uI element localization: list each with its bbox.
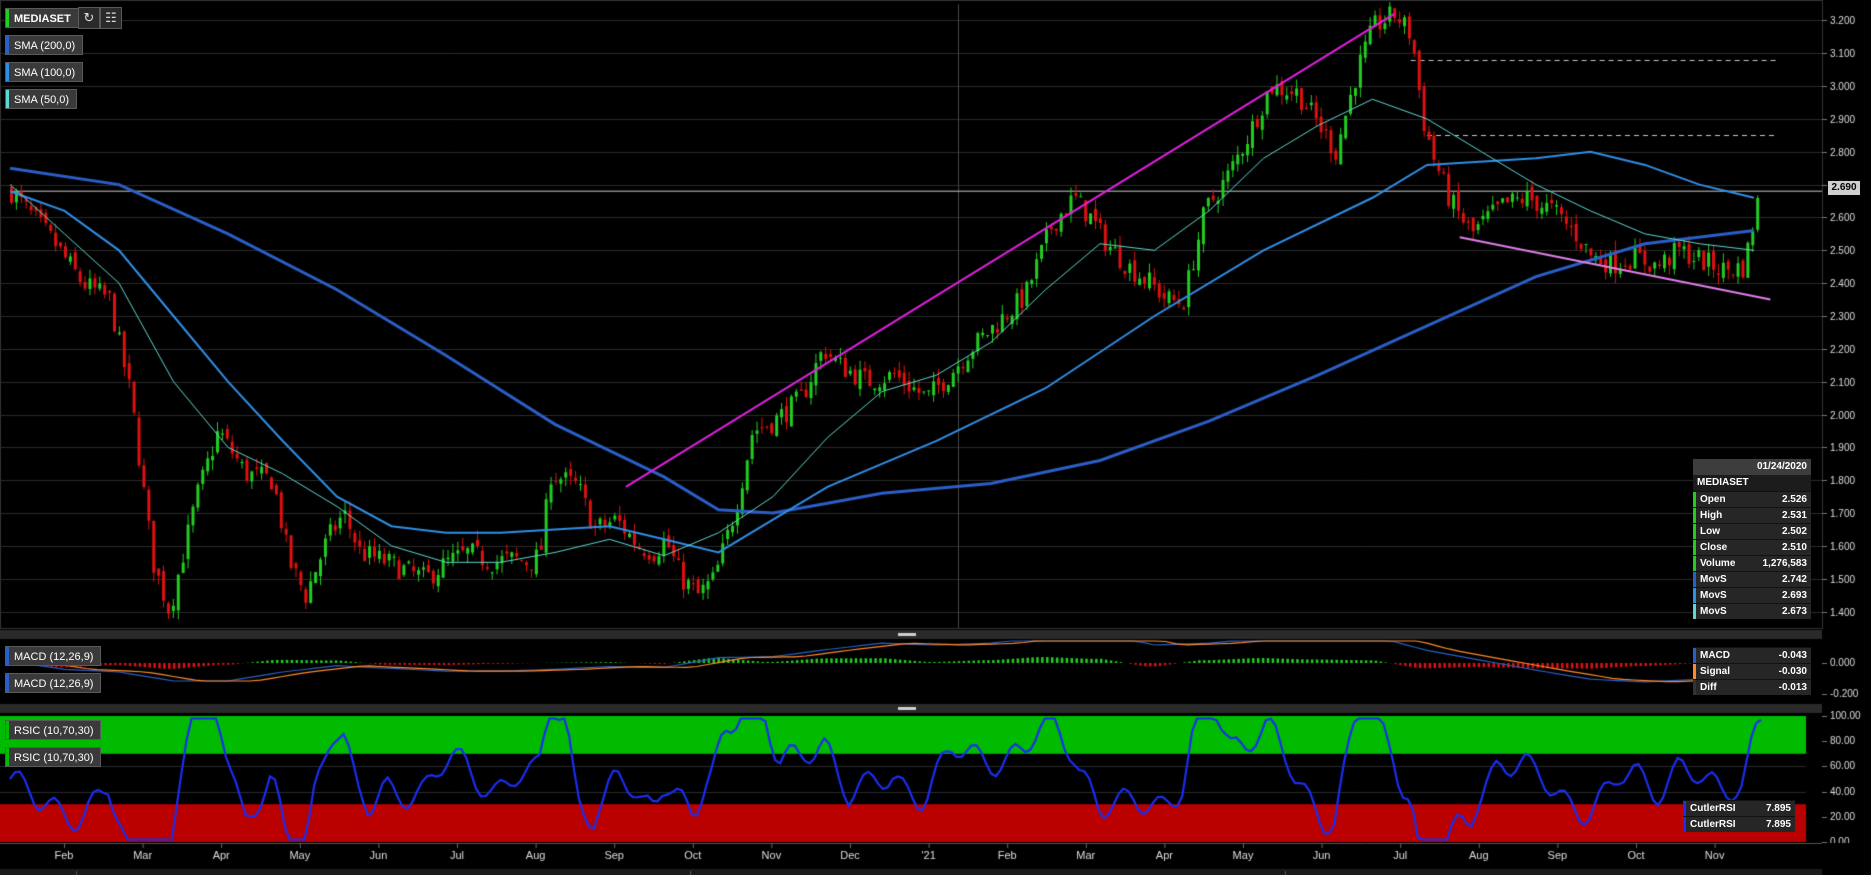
data-row-sma100: MovS 2.693 xyxy=(1693,587,1811,603)
indicator-macd-tag-2[interactable]: MACD (12,26,9) xyxy=(5,673,102,693)
macd-row-signal: Signal -0.030 xyxy=(1693,663,1811,679)
macd-row-macd: MACD -0.043 xyxy=(1693,647,1811,663)
indicator-rsi-tag-2[interactable]: RSIC (10,70,30) xyxy=(5,747,102,767)
refresh-icon[interactable]: ↻ xyxy=(78,7,100,29)
data-row-close: Close 2.510 xyxy=(1693,539,1811,555)
rsi-data-window: CutlerRSI 7.895 CutlerRSI 7.895 xyxy=(1683,800,1795,832)
macd-row-diff: Diff -0.013 xyxy=(1693,679,1811,695)
last-price-label: 2.690 xyxy=(1828,181,1860,195)
macd-data-window: MACD -0.043 Signal -0.030 Diff -0.013 xyxy=(1693,647,1811,695)
indicator-sma200-tag[interactable]: SMA (200,0) xyxy=(5,35,84,55)
data-row-sma50: MovS 2.673 xyxy=(1693,603,1811,619)
data-row-high: High 2.531 xyxy=(1693,507,1811,523)
data-row-open: Open 2.526 xyxy=(1693,491,1811,507)
rsi-row-1: CutlerRSI 7.895 xyxy=(1683,800,1795,816)
symbol-tag[interactable]: MEDIASET xyxy=(5,8,79,28)
indicator-sma100-tag[interactable]: SMA (100,0) xyxy=(5,62,84,82)
data-row-low: Low 2.502 xyxy=(1693,523,1811,539)
data-window-date: 01/24/2020 xyxy=(1693,459,1811,475)
data-row-sma200: MovS 2.742 xyxy=(1693,571,1811,587)
indicator-macd-tag[interactable]: MACD (12,26,9) xyxy=(5,646,102,666)
chart-canvas[interactable] xyxy=(0,0,1871,875)
data-window: 01/24/2020 MEDIASET Open 2.526 High 2.531 … xyxy=(1693,459,1811,619)
chart-settings-icon[interactable]: ☷ xyxy=(100,7,122,29)
data-window-symbol: MEDIASET xyxy=(1693,475,1811,491)
rsi-row-2: CutlerRSI 7.895 xyxy=(1683,816,1795,832)
indicator-rsi-tag[interactable]: RSIC (10,70,30) xyxy=(5,720,102,740)
indicator-sma50-tag[interactable]: SMA (50,0) xyxy=(5,89,78,109)
data-row-volume: Volume 1,276,583 xyxy=(1693,555,1811,571)
